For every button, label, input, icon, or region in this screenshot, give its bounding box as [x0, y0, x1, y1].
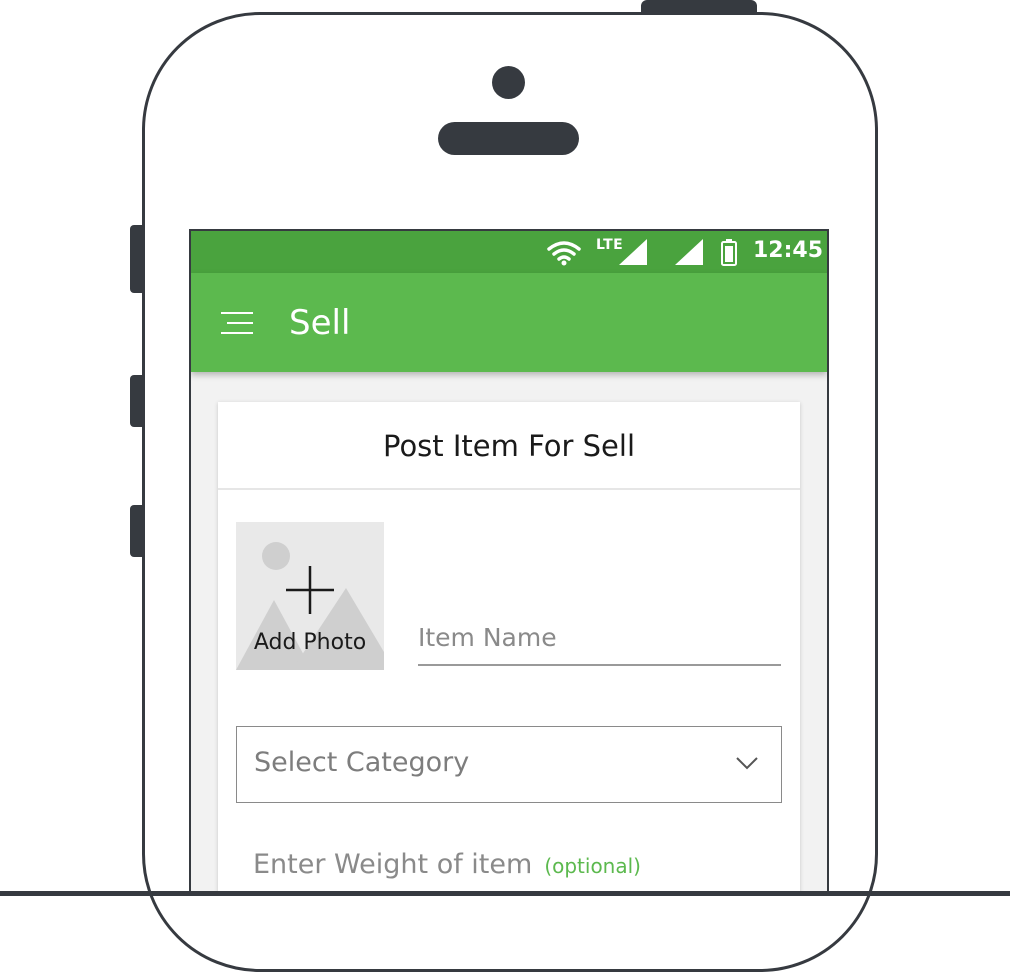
add-photo-label: Add Photo [253, 630, 367, 655]
wifi-icon [547, 241, 581, 266]
card-heading: Post Item For Sell [218, 402, 800, 490]
status-bar: LTE 12:45 [191, 231, 827, 273]
clock-time: 12:45 [753, 238, 824, 263]
category-select-value: Select Category [254, 747, 470, 778]
phone-volume-up-button [130, 375, 142, 427]
hamburger-menu-icon[interactable] [217, 308, 253, 338]
optional-hint: (optional) [544, 854, 641, 878]
battery-icon [721, 239, 737, 266]
weight-input[interactable]: Enter Weight of item (optional) [253, 849, 641, 880]
chevron-down-icon [736, 757, 758, 770]
weight-input-placeholder: Enter Weight of item [253, 849, 533, 880]
earpiece-speaker [438, 122, 579, 155]
bottom-edge-line [0, 891, 1010, 896]
post-item-card: Post Item For Sell Add Photo Select Cate… [218, 402, 800, 896]
page-title: Sell [289, 303, 351, 343]
phone-screen: LTE 12:45 Sell Post Item For Sell Add Ph… [189, 229, 829, 896]
add-photo-button[interactable]: Add Photo [236, 522, 384, 670]
phone-volume-down-button [130, 505, 142, 557]
category-select[interactable]: Select Category [236, 726, 782, 803]
app-bar: Sell [191, 273, 827, 372]
cell-signal-icon [675, 239, 703, 265]
item-name-input[interactable] [418, 610, 781, 666]
cell-signal-icon [619, 239, 647, 265]
front-camera [492, 66, 525, 99]
phone-side-button [130, 225, 142, 293]
